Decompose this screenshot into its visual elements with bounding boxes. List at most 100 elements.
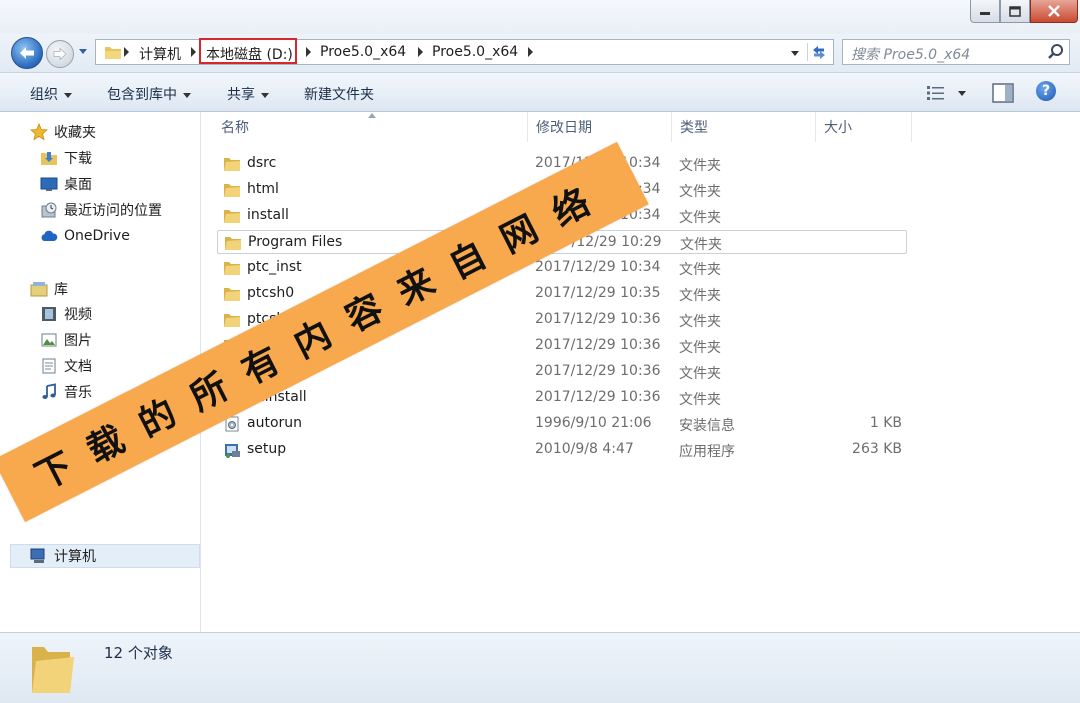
column-header-size[interactable]: 大小 [816,112,912,142]
sidebar-item-computer[interactable]: 计算机 [30,545,96,567]
sidebar-label: 音乐 [64,385,92,401]
file-name: install [247,207,289,223]
folder-icon [32,647,74,693]
breadcrumb-folder[interactable]: Proe5.0_x64 [320,44,406,60]
folder-icon [224,288,240,301]
file-name: ptcsh0 [247,285,295,301]
sidebar-item-videos[interactable]: 视频 [40,303,92,325]
breadcrumb-drive-d[interactable]: 本地磁盘 (D:) [206,44,293,64]
file-date: 2017/12/29 10:36 [535,337,661,353]
history-dropdown-icon[interactable] [78,48,88,56]
star-icon [30,123,48,141]
setup-app-icon [225,444,240,458]
sidebar-item-favorites[interactable]: 收藏夹 [30,121,96,143]
downloads-folder-icon [40,149,58,167]
search-icon[interactable] [1047,43,1065,61]
file-name: setup [247,441,287,457]
back-button[interactable] [11,37,43,69]
refresh-icon[interactable] [810,43,828,61]
cloud-icon [40,227,58,245]
share-button[interactable]: 共享 [227,84,269,104]
folder-icon [224,210,240,223]
breadcrumb-separator[interactable] [528,47,533,57]
address-bar[interactable]: 计算机 本地磁盘 (D:) Proe5.0_x64 Proe5.0_x64 [95,38,834,65]
search-box[interactable]: 搜索 Proe5.0_x64 [842,39,1070,65]
item-count: 12 个对象 [104,644,173,662]
sidebar-item-downloads[interactable]: 下载 [40,147,92,169]
close-button[interactable] [1030,0,1078,23]
dropdown-arrow-icon [183,92,191,98]
file-date: 2010/9/8 4:47 [535,441,634,457]
folder-icon [105,47,121,59]
dropdown-arrow-icon [64,92,72,98]
sidebar-item-desktop[interactable]: 桌面 [40,173,92,195]
file-row[interactable]: uninstall 2017/12/29 10:36 文件夹 [217,386,907,410]
explorer-window: 计算机 本地磁盘 (D:) Proe5.0_x64 Proe5.0_x64 搜索… [0,0,1080,703]
breadcrumb-separator[interactable] [418,47,423,57]
column-header-label: 名称 [221,120,249,136]
forward-arrow-icon [53,47,67,61]
sidebar-item-recent[interactable]: 最近访问的位置 [40,199,162,221]
folder-icon [224,262,240,275]
new-folder-button[interactable]: 新建文件夹 [304,84,374,104]
sidebar-label: 桌面 [64,177,92,193]
picture-icon [40,331,58,349]
views-dropdown-icon[interactable] [958,91,966,96]
sidebar-label: 最近访问的位置 [64,203,162,219]
sidebar-item-pictures[interactable]: 图片 [40,329,92,351]
file-date: 2017/12/29 10:36 [535,363,661,379]
help-icon[interactable]: ? [1036,81,1056,101]
breadcrumb-computer[interactable]: 计算机 [139,44,181,64]
sidebar-item-music[interactable]: 音乐 [40,381,92,403]
breadcrumb-separator[interactable] [306,47,311,57]
sidebar-label: OneDrive [64,228,130,244]
file-date: 2017/12/29 10:35 [535,285,661,301]
file-name: ptc_inst [247,259,302,275]
breadcrumb-folder-current[interactable]: Proe5.0_x64 [432,44,518,60]
desktop-icon [40,175,58,193]
folder-icon [225,237,241,250]
sidebar-item-onedrive[interactable]: OneDrive [40,225,130,247]
minimize-icon [980,12,990,15]
maximize-icon [1009,5,1021,17]
include-in-library-label: 包含到库中 [107,87,177,103]
share-label: 共享 [227,87,255,103]
file-size: 263 KB [852,441,902,457]
column-header-label: 修改日期 [536,120,592,136]
file-row[interactable]: autorun 1996/9/10 21:06 安装信息 1 KB [217,412,907,436]
folder-icon [224,314,240,327]
sidebar-label: 图片 [64,333,92,349]
file-row[interactable]: ptc_inst 2017/12/29 10:34 文件夹 [217,256,907,280]
maximize-button[interactable] [1000,0,1030,23]
organize-button[interactable]: 组织 [30,84,72,104]
file-date: 2017/12/29 10:34 [535,259,661,275]
file-date: 1996/9/10 21:06 [535,415,652,431]
forward-button[interactable] [46,40,74,68]
address-dropdown-icon[interactable] [790,50,800,57]
minimize-button[interactable] [970,0,1000,23]
status-bar: 12 个对象 [0,632,1080,703]
back-arrow-icon [20,47,34,59]
breadcrumb-separator[interactable] [124,47,129,57]
change-view-icon[interactable] [926,84,946,102]
sidebar-item-libraries[interactable]: 库 [30,278,68,300]
preview-pane-icon[interactable] [992,83,1014,103]
breadcrumb-separator[interactable] [191,47,196,57]
search-input[interactable]: 搜索 Proe5.0_x64 [851,44,970,64]
navigation-bar: 计算机 本地磁盘 (D:) Proe5.0_x64 Proe5.0_x64 搜索… [0,34,1080,72]
organize-label: 组织 [30,87,58,103]
file-date: 2017/12/29 10:36 [535,311,661,327]
file-row[interactable]: setup 2010/9/8 4:47 应用程序 263 KB [217,438,907,462]
sidebar-item-documents[interactable]: 文档 [40,355,92,377]
sidebar-label: 文档 [64,359,92,375]
library-icon [30,280,48,298]
video-icon [40,305,58,323]
column-header-type[interactable]: 类型 [672,112,816,142]
file-type: 文件夹 [679,210,721,226]
column-header-date[interactable]: 修改日期 [528,112,672,142]
sidebar-label: 收藏夹 [54,125,96,141]
file-name: dsrc [247,155,277,171]
file-type: 文件夹 [679,184,721,200]
file-size: 1 KB [869,415,902,431]
include-in-library-button[interactable]: 包含到库中 [107,84,191,104]
